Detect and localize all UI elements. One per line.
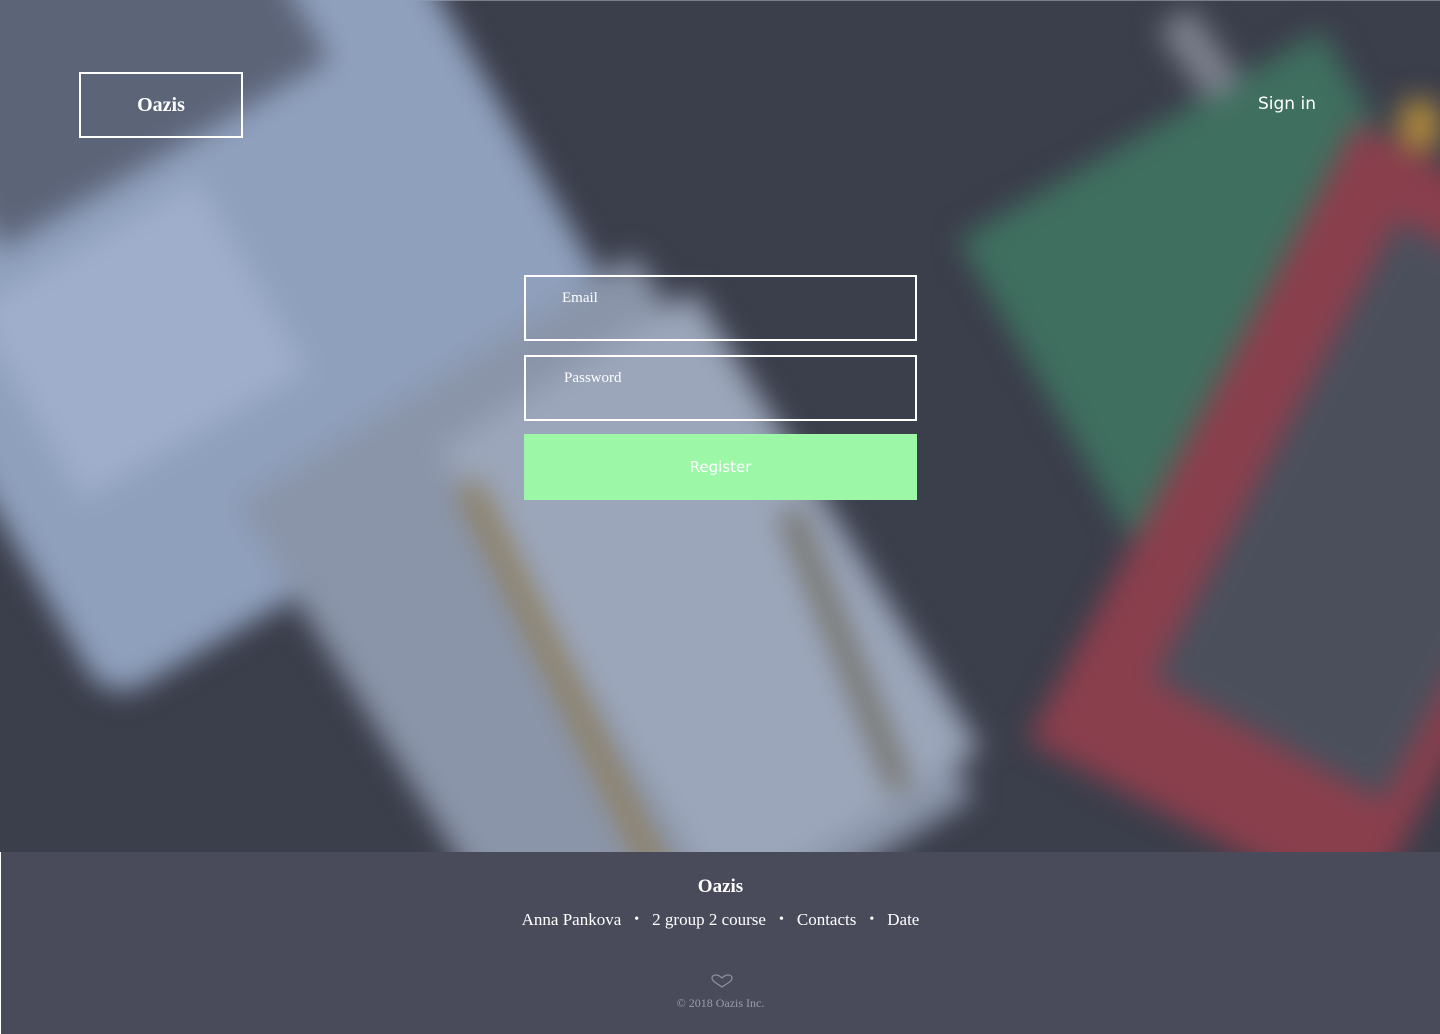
footer-separator: • xyxy=(778,912,784,927)
password-field-wrapper xyxy=(524,355,917,421)
footer-separator: • xyxy=(634,912,640,927)
clip-shape xyxy=(1157,6,1243,104)
footer-links: Anna Pankova • 2 group 2 course • Contac… xyxy=(1,910,1440,930)
logo-text: Oazis xyxy=(137,93,185,116)
email-field[interactable] xyxy=(526,277,915,339)
heart-icon xyxy=(711,974,733,988)
yellow-object-shape xyxy=(1400,100,1440,150)
password-field[interactable] xyxy=(526,357,915,419)
footer-link-date[interactable]: Date xyxy=(887,910,919,930)
register-button[interactable]: Register xyxy=(524,434,917,500)
logo[interactable]: Oazis xyxy=(79,72,243,138)
footer: Oazis Anna Pankova • 2 group 2 course • … xyxy=(0,852,1440,1034)
footer-link-author[interactable]: Anna Pankova xyxy=(522,910,622,930)
footer-separator: • xyxy=(869,912,875,927)
email-field-wrapper xyxy=(524,275,917,341)
copyright-text: © 2018 Oazis Inc. xyxy=(676,996,765,1010)
footer-link-contacts[interactable]: Contacts xyxy=(797,910,857,930)
footer-title: Oazis xyxy=(697,876,744,897)
signin-link[interactable]: Sign in xyxy=(1258,94,1316,114)
footer-link-group[interactable]: 2 group 2 course xyxy=(652,910,766,930)
